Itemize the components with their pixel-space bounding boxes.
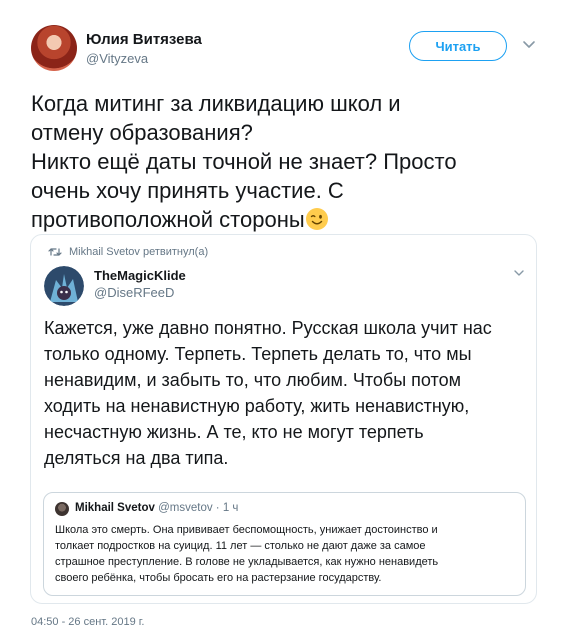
inner-separator: ·	[215, 502, 220, 514]
tweet-text-line: отмену образования?	[31, 120, 253, 145]
inner-tweet-text: Школа это смерть. Она прививает беспомощ…	[55, 522, 521, 586]
retweet-icon	[48, 248, 62, 256]
tweet-text: Когда митинг за ликвидацию школ и отмену…	[31, 89, 541, 234]
inner-author-name[interactable]: Mikhail Svetov	[75, 502, 155, 514]
chevron-down-icon[interactable]	[522, 40, 536, 50]
tweet-timestamp[interactable]: 04:50 - 26 сент. 2019 г.	[31, 616, 144, 627]
inner-author-avatar[interactable]	[55, 502, 69, 516]
tweet-text-line-with-emoji: противоположной стороны	[31, 205, 541, 234]
tweet-text-line: очень хочу принять участие. С	[31, 178, 344, 203]
quoted-tweet-text-line: ходить на ненавистную работу, жить ненав…	[44, 396, 470, 416]
author-avatar[interactable]	[31, 25, 77, 71]
quoted-tweet-text-line: деляться на два типа.	[44, 448, 229, 468]
inner-tweet-text-line: толкает подростков на суицид. 11 лет — с…	[55, 540, 426, 552]
quoted-tweet-text-line: только одному. Терпеть. Терпеть делать т…	[44, 344, 472, 364]
quoted-tweet-text-line: ненавидим, и забыть то, что любим. Чтобы…	[44, 370, 461, 390]
quoted-tweet-text-line: несчастную жизнь. А те, кто не могут тер…	[44, 422, 424, 442]
inner-tweet-header: Mikhail Svetov @msvetov · 1 ч	[75, 502, 238, 514]
retweet-context-label[interactable]: Mikhail Svetov ретвитнул(а)	[69, 246, 208, 258]
winking-face-emoji-icon	[305, 208, 328, 230]
tweet-text-line: Когда митинг за ликвидацию школ и	[31, 91, 401, 116]
inner-tweet-text-line: Школа это смерть. Она прививает беспомощ…	[55, 524, 438, 536]
author-handle[interactable]: @Vityzeva	[86, 51, 148, 66]
chevron-down-icon[interactable]	[514, 270, 524, 277]
retweet-context: Mikhail Svetov ретвитнул(а)	[48, 246, 208, 258]
tweet-text-line: Никто ещё даты точной не знает? Просто	[31, 149, 457, 174]
quoted-author-avatar[interactable]	[44, 266, 84, 306]
author-display-name[interactable]: Юлия Витязева	[86, 31, 202, 48]
inner-tweet-text-line: своего ребёнка, чтобы бросать его на рас…	[55, 572, 382, 584]
quoted-author-display-name[interactable]: TheMagicKlide	[94, 268, 186, 283]
inner-tweet-text-line: страшное преступление. В голове не уклад…	[55, 556, 439, 568]
inner-author-handle[interactable]: @msvetov	[158, 502, 213, 514]
quoted-tweet-text-line: Кажется, уже давно понятно. Русская школ…	[44, 318, 492, 338]
tweet-text-line: противоположной стороны	[31, 207, 305, 232]
quoted-tweet-text: Кажется, уже давно понятно. Русская школ…	[44, 315, 524, 471]
inner-tweet-time[interactable]: 1 ч	[223, 502, 239, 514]
follow-button[interactable]: Читать	[409, 31, 507, 61]
quoted-author-handle[interactable]: @DiseRFeeD	[94, 285, 174, 300]
